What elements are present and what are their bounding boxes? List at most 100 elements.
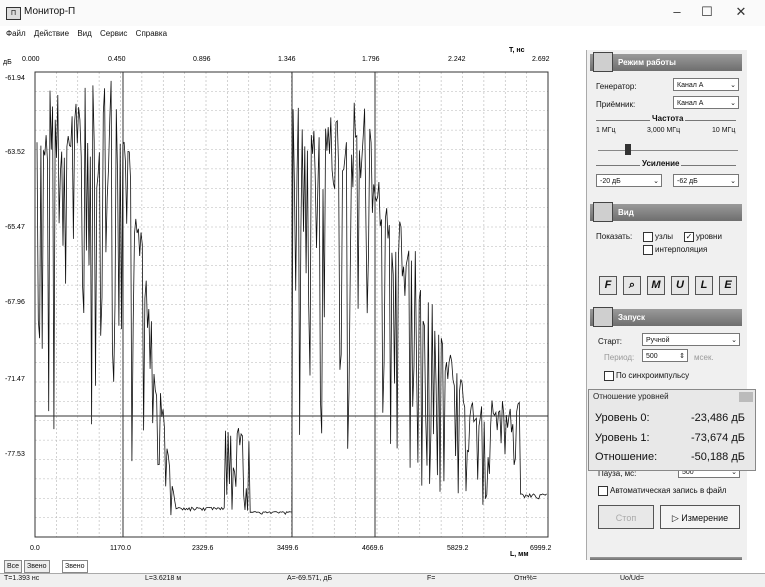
menu-help[interactable]: Справка (136, 29, 167, 38)
launch-icon (593, 307, 613, 327)
measure-button[interactable]: ▷ Измерение (660, 505, 740, 529)
chevron-down-icon: ⌄ (653, 178, 659, 185)
chevron-down-icon: ⌄ (730, 82, 736, 89)
period-input[interactable]: 500 ⇕ (642, 349, 688, 362)
launch-section-header[interactable]: Запуск (590, 307, 742, 327)
y-unit-label: дБ (3, 59, 12, 66)
top-tick: 1.796 (362, 56, 380, 63)
tool-l-button[interactable]: L (695, 276, 713, 295)
period-label: Период: (604, 353, 635, 362)
frequency-title: Частота (650, 114, 686, 123)
bottom-tick: 4669.6 (362, 545, 384, 552)
menu-file[interactable]: Файл (6, 29, 26, 38)
next-section-header[interactable] (590, 557, 742, 560)
stop-button[interactable]: Стоп (598, 505, 654, 529)
top-tick: 2.692 (532, 56, 550, 63)
bottom-tick: 0.0 (30, 545, 40, 552)
bottom-tick: 5829.2 (447, 545, 469, 552)
start-value: Ручной (646, 337, 670, 344)
title-bar: П Монитор-П – ☐ ✕ (0, 0, 765, 26)
popup-title: Отношение уровней (593, 392, 669, 401)
top-tick: 0.450 (108, 56, 126, 63)
y-tick: -67.96 (5, 299, 25, 306)
zoom-search-icon[interactable]: ⌕ (623, 276, 641, 295)
receiver-value: Канал А (677, 100, 704, 107)
bottom-tick: 6999.2 (530, 545, 552, 552)
frequency-value: 3,000 МГц (647, 127, 681, 134)
popup-close-icon[interactable] (739, 392, 753, 402)
interpolation-label: интерполяция (655, 245, 708, 254)
sync-checkbox[interactable] (604, 371, 614, 381)
start-select[interactable]: Ручной ⌄ (642, 333, 740, 346)
close-icon[interactable]: ✕ (726, 2, 756, 22)
chevron-down-icon: ⌄ (731, 337, 737, 344)
status-time: T=1.393 нс (4, 575, 40, 582)
autosave-label: Автоматическая запись в файл (610, 486, 727, 495)
period-unit: мсек. (694, 353, 714, 362)
gain-left-value: -20 дБ (600, 178, 621, 185)
ratio-value: -50,188 дБ (690, 451, 745, 463)
receiver-label: Приёмник: (596, 100, 636, 109)
launch-section-title: Запуск (618, 313, 645, 322)
top-tick: 2.242 (448, 56, 466, 63)
menu-view[interactable]: Вид (77, 29, 91, 38)
level-ratio-popup: Отношение уровней Уровень 0: -23,486 дБ … (588, 389, 756, 471)
generator-label: Генератор: (596, 82, 637, 91)
reflectogram-plot[interactable]: дБ -61.94 -63.52 -65.47 -67.96 -71.47 -7… (0, 44, 586, 559)
receiver-select[interactable]: Канал А ⌄ (673, 96, 739, 109)
level1-label: Уровень 1: (595, 432, 650, 444)
status-uo-ud: Uo/Ud= (620, 575, 644, 582)
antenna-icon (593, 52, 613, 72)
menu-action[interactable]: Действие (34, 29, 69, 38)
y-tick: -65.47 (5, 224, 25, 231)
status-f: F= (427, 575, 436, 582)
start-label: Старт: (598, 337, 622, 346)
bottom-tick: 3499.6 (277, 545, 299, 552)
spinner-icon[interactable]: ⇕ (679, 350, 685, 363)
y-tick: -61.94 (5, 75, 25, 82)
monitor-icon (593, 202, 613, 222)
tab-link-1[interactable]: Звено 1 (62, 560, 88, 581)
mode-section-header[interactable]: Режим работы (590, 52, 742, 72)
autosave-checkbox[interactable] (598, 486, 608, 496)
tool-f-button[interactable]: F (599, 276, 617, 295)
chevron-down-icon: ⌄ (730, 100, 736, 107)
frequency-slider-track[interactable] (598, 150, 738, 151)
minimize-icon[interactable]: – (662, 2, 692, 22)
tool-m-button[interactable]: M (647, 276, 665, 295)
gain-title: Усиление (640, 159, 682, 168)
gain-left-select[interactable]: -20 дБ ⌄ (596, 174, 662, 187)
tab-all[interactable]: Все (4, 560, 23, 573)
window-title: Монитор-П (24, 6, 76, 17)
gain-right-value: -62 дБ (677, 178, 698, 185)
tab-link-0[interactable]: Звено 0 (24, 560, 50, 581)
generator-select[interactable]: Канал А ⌄ (673, 78, 739, 91)
gain-right-select[interactable]: -62 дБ ⌄ (673, 174, 739, 187)
show-label: Показать: (596, 232, 633, 241)
nodes-checkbox[interactable] (643, 232, 653, 242)
app-icon: П (6, 7, 21, 20)
status-ratio: Отн%= (514, 575, 537, 582)
menu-bar: Файл Действие Вид Сервис Справка (0, 27, 765, 41)
level0-label: Уровень 0: (595, 412, 650, 424)
nodes-label: узлы (655, 232, 673, 241)
levels-checkbox[interactable]: ✓ (684, 232, 694, 242)
status-amplitude: A=-69.571, дБ (287, 575, 333, 582)
level0-value: -23,486 дБ (690, 412, 745, 424)
tool-u-button[interactable]: U (671, 276, 689, 295)
top-tick: 1.346 (278, 56, 296, 63)
frequency-min: 1 МГц (596, 127, 616, 134)
view-section-header[interactable]: Вид (590, 202, 742, 222)
interpolation-checkbox[interactable] (643, 245, 653, 255)
y-tick: -71.47 (5, 376, 25, 383)
bottom-tick: 1170.0 (110, 545, 131, 552)
view-section-title: Вид (618, 208, 634, 217)
tool-e-button[interactable]: E (719, 276, 737, 295)
status-bar: T=1.393 нс L=3.6218 м A=-69.571, дБ F= О… (0, 573, 765, 587)
menu-service[interactable]: Сервис (100, 29, 127, 38)
maximize-icon[interactable]: ☐ (692, 2, 722, 22)
top-tick: 0.896 (193, 56, 211, 63)
levels-label: уровни (696, 232, 722, 241)
ratio-label: Отношение: (595, 451, 658, 463)
frequency-slider-handle[interactable] (625, 144, 631, 155)
